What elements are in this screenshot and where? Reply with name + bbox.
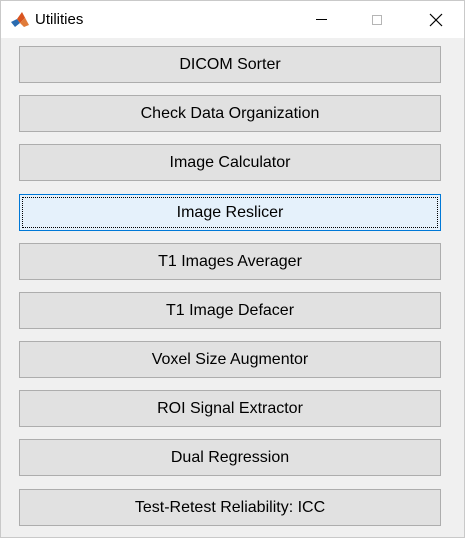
utilities-panel: DICOM Sorter Check Data Organization Ima…	[1, 38, 464, 537]
close-icon	[429, 13, 443, 26]
minimize-icon	[315, 19, 327, 20]
window-title: Utilities	[35, 11, 84, 28]
roi-signal-extractor-button[interactable]: ROI Signal Extractor	[19, 390, 441, 427]
dual-regression-button[interactable]: Dual Regression	[19, 439, 441, 476]
matlab-logo-icon[interactable]	[10, 10, 30, 30]
image-calculator-button[interactable]: Image Calculator	[19, 144, 441, 181]
minimize-button[interactable]	[298, 1, 344, 38]
t1-image-defacer-button[interactable]: T1 Image Defacer	[19, 292, 441, 329]
test-retest-reliability-icc-button[interactable]: Test-Retest Reliability: ICC	[19, 489, 441, 526]
t1-images-averager-button[interactable]: T1 Images Averager	[19, 243, 441, 280]
dicom-sorter-button[interactable]: DICOM Sorter	[19, 46, 441, 83]
title-bar[interactable]: Utilities	[1, 1, 464, 38]
voxel-size-augmentor-button[interactable]: Voxel Size Augmentor	[19, 341, 441, 378]
maximize-icon	[372, 14, 382, 25]
image-reslicer-button[interactable]: Image Reslicer	[19, 194, 441, 231]
maximize-button[interactable]	[354, 1, 400, 38]
check-data-organization-button[interactable]: Check Data Organization	[19, 95, 441, 132]
close-button[interactable]	[413, 1, 459, 38]
utilities-window: Utilities DICOM Sorter Check Data Organi…	[0, 0, 465, 538]
